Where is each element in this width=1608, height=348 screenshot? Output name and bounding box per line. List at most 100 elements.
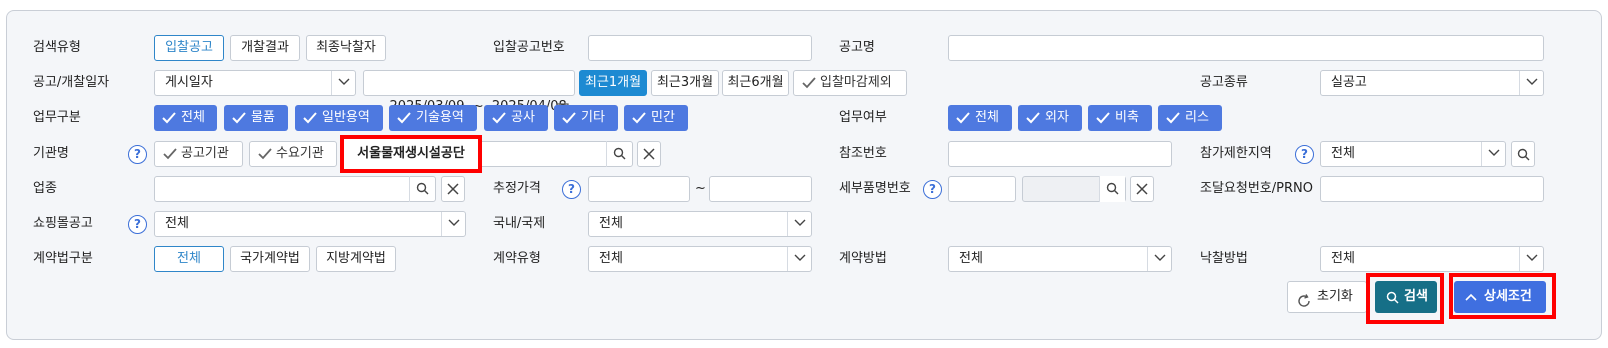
- label-contract-method: 계약방법: [839, 251, 887, 266]
- est-price-to-input[interactable]: [709, 176, 812, 202]
- business-goods-checkbox[interactable]: 물품: [224, 105, 288, 131]
- search-icon: [1386, 291, 1399, 304]
- detail-label: 상세조건: [1484, 289, 1532, 304]
- label-bid-number: 입찰공고번호: [493, 40, 565, 55]
- status-all-label: 전체: [975, 110, 999, 125]
- business-all-checkbox[interactable]: 전체: [154, 105, 217, 131]
- exclude-closed-label: 입찰마감제외: [820, 75, 892, 90]
- help-icon[interactable]: ?: [923, 180, 942, 199]
- check-icon: [562, 112, 576, 124]
- help-icon[interactable]: ?: [128, 145, 147, 164]
- notice-name-input[interactable]: [948, 35, 1544, 61]
- bid-number-input[interactable]: [588, 35, 812, 61]
- domestic-select[interactable]: 전체: [588, 211, 812, 237]
- prno-input[interactable]: [1320, 176, 1544, 202]
- search-panel: 검색유형 입찰공고 개찰결과 최종낙찰자 입찰공고번호 공고명 공고/개찰일자 …: [6, 10, 1602, 340]
- ref-number-input[interactable]: [948, 141, 1172, 167]
- agency-demand-label: 수요기관: [276, 146, 324, 161]
- label-business: 업무구분: [33, 110, 81, 125]
- contract-method-value: 전체: [959, 251, 983, 266]
- contract-law-local-button[interactable]: 지방계약법: [316, 246, 396, 272]
- search-icon: [1517, 148, 1530, 161]
- detail-item-input[interactable]: [948, 176, 1016, 202]
- chevron-down-icon: [331, 71, 355, 95]
- search-type-opening-button[interactable]: 개찰결과: [230, 35, 300, 61]
- help-icon[interactable]: ?: [1295, 145, 1314, 164]
- check-icon: [1096, 112, 1110, 124]
- domestic-value: 전체: [599, 216, 623, 231]
- est-price-from-input[interactable]: [588, 176, 690, 202]
- region-value: 전체: [1331, 146, 1355, 161]
- status-stockpile-checkbox[interactable]: 비축: [1088, 105, 1152, 131]
- search-icon[interactable]: [1099, 176, 1125, 202]
- agency-demand-checkbox[interactable]: 수요기관: [249, 141, 337, 167]
- reset-button[interactable]: 초기화: [1287, 281, 1367, 313]
- business-construction-label: 공사: [511, 110, 535, 125]
- check-icon: [303, 112, 317, 124]
- contract-type-select[interactable]: 전체: [588, 246, 812, 272]
- search-label: 검색: [1404, 289, 1428, 304]
- check-icon: [1166, 112, 1180, 124]
- business-private-checkbox[interactable]: 민간: [624, 105, 688, 131]
- status-lease-label: 리스: [1185, 110, 1209, 125]
- date-type-select[interactable]: 게시일자: [154, 70, 356, 96]
- award-method-select[interactable]: 전체: [1320, 246, 1544, 272]
- business-construction-checkbox[interactable]: 공사: [484, 105, 548, 131]
- industry-input[interactable]: [154, 176, 436, 202]
- label-mall: 쇼핑몰공고: [33, 216, 93, 231]
- close-icon: [1136, 183, 1148, 195]
- label-industry: 업종: [33, 181, 57, 196]
- industry-clear-button[interactable]: [441, 176, 465, 202]
- refresh-icon: [1297, 290, 1311, 320]
- chevron-down-icon: [1481, 142, 1505, 166]
- agency-notice-checkbox[interactable]: 공고기관: [154, 141, 243, 167]
- check-icon: [802, 77, 816, 89]
- check-icon: [232, 112, 246, 124]
- period-3month-button[interactable]: 최근3개월: [651, 70, 719, 96]
- help-icon[interactable]: ?: [562, 180, 581, 199]
- search-icon[interactable]: [606, 141, 632, 167]
- agency-clear-button[interactable]: [637, 141, 661, 167]
- mall-select[interactable]: 전체: [154, 211, 466, 237]
- status-lease-checkbox[interactable]: 리스: [1158, 105, 1222, 131]
- contract-law-all-button[interactable]: 전체: [154, 246, 224, 272]
- check-icon: [492, 112, 506, 124]
- business-all-label: 전체: [181, 110, 205, 125]
- chevron-down-icon: [787, 212, 811, 236]
- search-button[interactable]: 검색: [1375, 281, 1437, 313]
- period-6month-button[interactable]: 최근6개월: [722, 70, 789, 96]
- contract-method-select[interactable]: 전체: [948, 246, 1172, 272]
- label-search-type: 검색유형: [33, 40, 81, 55]
- business-tech-service-checkbox[interactable]: 기술용역: [389, 105, 477, 131]
- search-type-bid-button[interactable]: 입찰공고: [154, 35, 224, 61]
- status-all-checkbox[interactable]: 전체: [948, 105, 1012, 131]
- label-contract-law: 계약법구분: [33, 251, 93, 266]
- business-etc-checkbox[interactable]: 기타: [554, 105, 618, 131]
- date-type-value: 게시일자: [165, 75, 213, 90]
- label-notice-kind: 공고종류: [1200, 75, 1248, 90]
- check-icon: [956, 112, 970, 124]
- status-stockpile-label: 비축: [1115, 110, 1139, 125]
- label-prno: 조달요청번호/PRNO: [1200, 181, 1313, 196]
- detail-item-clear-button[interactable]: [1130, 176, 1154, 202]
- status-foreign-checkbox[interactable]: 외자: [1018, 105, 1082, 131]
- help-icon[interactable]: ?: [128, 215, 147, 234]
- contract-law-national-button[interactable]: 국가계약법: [230, 246, 310, 272]
- detail-conditions-button[interactable]: 상세조건: [1454, 281, 1546, 313]
- contract-type-value: 전체: [599, 251, 623, 266]
- award-method-value: 전체: [1331, 251, 1355, 266]
- chevron-up-icon: [1465, 293, 1477, 301]
- period-1month-button[interactable]: 최근1개월: [579, 70, 647, 96]
- business-general-service-checkbox[interactable]: 일반용역: [295, 105, 383, 131]
- exclude-closed-checkbox[interactable]: 입찰마감제외: [793, 70, 907, 96]
- region-select[interactable]: 전체: [1320, 141, 1506, 167]
- date-range-input[interactable]: 2025/03/09 ~ 2025/04/08: [363, 70, 575, 115]
- search-icon[interactable]: [409, 176, 435, 202]
- check-icon: [163, 148, 177, 160]
- notice-kind-select[interactable]: 실공고: [1320, 70, 1544, 96]
- check-icon: [162, 112, 176, 124]
- business-etc-label: 기타: [581, 110, 605, 125]
- check-icon: [397, 112, 411, 124]
- region-search-button[interactable]: [1511, 141, 1535, 167]
- search-type-winner-button[interactable]: 최종낙찰자: [306, 35, 386, 61]
